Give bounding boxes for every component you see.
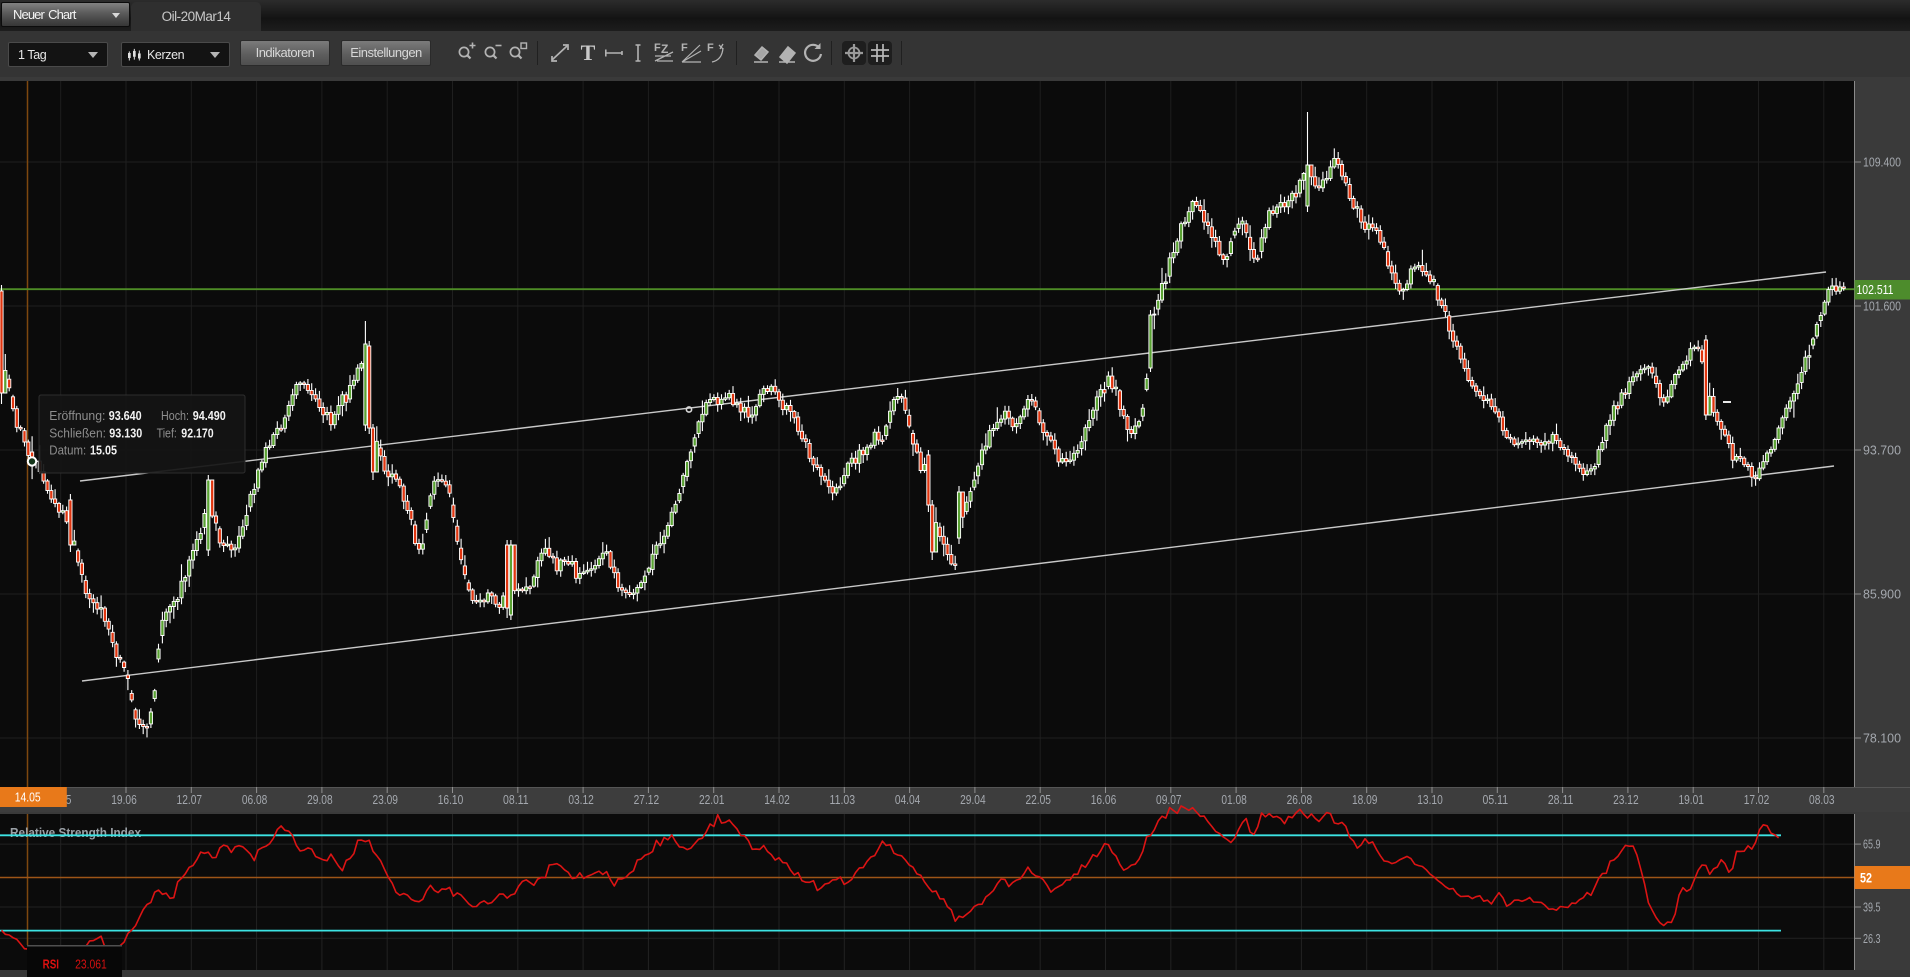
svg-text:22.01: 22.01 — [699, 792, 725, 807]
svg-text:109.400: 109.400 — [1863, 155, 1901, 170]
svg-text:11.03: 11.03 — [830, 792, 856, 807]
svg-text:15.05: 15.05 — [90, 444, 117, 458]
svg-text:09.07: 09.07 — [1156, 792, 1182, 807]
svg-text:16.10: 16.10 — [438, 792, 464, 807]
svg-text:14.05: 14.05 — [15, 790, 41, 805]
svg-text:Eröffnung:: Eröffnung: — [49, 409, 105, 423]
svg-text:13.10: 13.10 — [1417, 792, 1443, 807]
svg-text:22.05: 22.05 — [1025, 792, 1051, 807]
svg-text:23.12: 23.12 — [1613, 792, 1639, 807]
svg-text:23.09: 23.09 — [372, 792, 398, 807]
svg-text:39.5: 39.5 — [1863, 900, 1881, 915]
svg-text:14.02: 14.02 — [764, 792, 790, 807]
svg-text:65.9: 65.9 — [1863, 837, 1881, 852]
svg-text:16.06: 16.06 — [1091, 792, 1117, 807]
svg-text:Relative Strength Index: Relative Strength Index — [10, 825, 142, 840]
svg-text:12.07: 12.07 — [177, 792, 203, 807]
svg-text:03.12: 03.12 — [568, 792, 594, 807]
svg-text:08.03: 08.03 — [1809, 792, 1835, 807]
svg-text:93.640: 93.640 — [109, 409, 142, 423]
svg-text:29.04: 29.04 — [960, 792, 986, 807]
svg-text:05.11: 05.11 — [1483, 792, 1509, 807]
svg-text:F: F — [681, 42, 688, 54]
svg-text:04.04: 04.04 — [895, 792, 921, 807]
svg-text:85.900: 85.900 — [1863, 587, 1901, 602]
svg-text:Schließen:: Schließen: — [49, 427, 106, 441]
svg-text:18.09: 18.09 — [1352, 792, 1378, 807]
svg-text:29.08: 29.08 — [307, 792, 333, 807]
svg-text:52: 52 — [1860, 871, 1872, 886]
svg-text:Z: Z — [661, 42, 668, 56]
svg-text:27.12: 27.12 — [634, 792, 660, 807]
svg-text:08.11: 08.11 — [503, 792, 529, 807]
svg-text:28.11: 28.11 — [1548, 792, 1574, 807]
svg-text:19.01: 19.01 — [1678, 792, 1704, 807]
svg-text:26.3: 26.3 — [1863, 931, 1881, 946]
svg-text:92.170: 92.170 — [181, 427, 213, 441]
svg-text:26.08: 26.08 — [1287, 792, 1313, 807]
svg-text:93.130: 93.130 — [109, 427, 142, 441]
svg-text:17.02: 17.02 — [1744, 792, 1770, 807]
svg-text:01.08: 01.08 — [1221, 792, 1247, 807]
svg-text:102.511: 102.511 — [1857, 282, 1894, 297]
svg-text:RSI: RSI — [43, 957, 59, 971]
svg-text:Hoch:: Hoch: — [161, 409, 189, 423]
svg-text:F: F — [707, 42, 714, 54]
svg-text:19.06: 19.06 — [111, 792, 137, 807]
svg-text:06.08: 06.08 — [242, 792, 268, 807]
svg-text:23.061: 23.061 — [75, 957, 107, 971]
svg-text:78.100: 78.100 — [1863, 731, 1901, 746]
svg-text:93.700: 93.700 — [1863, 443, 1901, 458]
svg-text:94.490: 94.490 — [193, 409, 226, 423]
svg-text:F: F — [654, 42, 661, 54]
svg-text:Tief:: Tief: — [157, 427, 177, 441]
svg-text:101.600: 101.600 — [1863, 299, 1901, 314]
svg-text:Datum:: Datum: — [49, 444, 86, 458]
